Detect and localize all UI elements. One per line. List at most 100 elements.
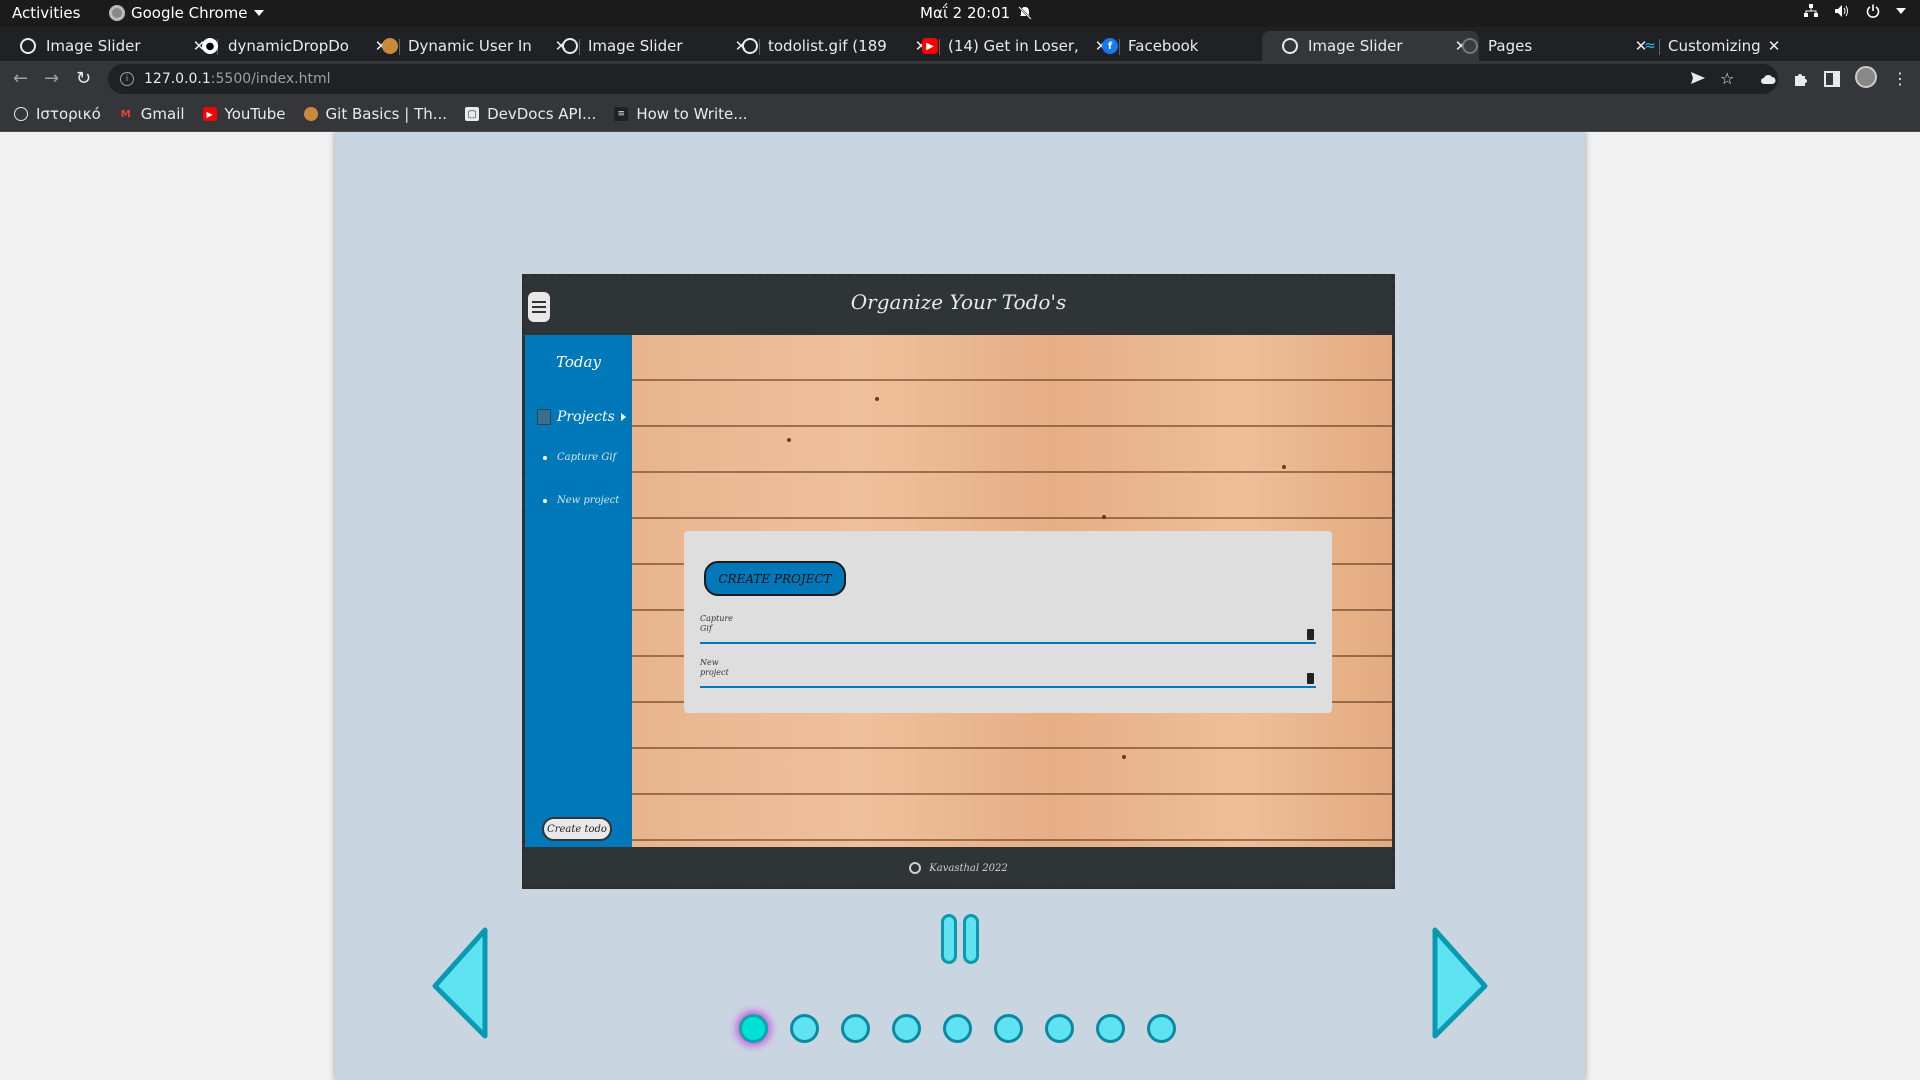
chrome-icon	[109, 5, 125, 21]
todo-app-main: CREATE PROJECT Capture Gif New project	[632, 335, 1392, 847]
todo-app-sidebar: Today Projects Capture Gif New project C…	[525, 335, 632, 847]
address-path: :5500/index.html	[210, 71, 331, 87]
bookmark-label: Git Basics | Th...	[325, 105, 448, 123]
bookmark-item[interactable]: M Gmail	[119, 105, 185, 123]
cloud-icon[interactable]	[1760, 73, 1776, 85]
address-host: 127.0.0.1	[144, 71, 211, 87]
slide-dot[interactable]	[994, 1014, 1023, 1043]
project-row: New project	[700, 658, 1316, 688]
notifications-off-icon	[1018, 6, 1032, 20]
forward-icon[interactable]: →	[44, 68, 59, 89]
back-icon[interactable]: ←	[13, 68, 28, 89]
clock[interactable]: Μαΐ 2 20:01	[920, 4, 1032, 22]
create-todo-button: Create todo	[542, 817, 612, 841]
slide-dot[interactable]	[1147, 1014, 1176, 1043]
youtube-icon: ▶	[922, 38, 938, 54]
bookmark-star-icon[interactable]: ☆	[1720, 69, 1734, 88]
close-icon[interactable]: ✕	[1766, 37, 1782, 55]
bookmark-item[interactable]: ▢ DevDocs API...	[465, 105, 596, 123]
github-icon	[1462, 38, 1478, 54]
globe-icon	[742, 38, 758, 54]
github-icon	[909, 862, 922, 874]
sidebar-today: Today	[556, 353, 601, 371]
reload-icon[interactable]: ↻	[76, 68, 91, 89]
odin-icon	[303, 107, 318, 121]
previous-arrow-icon[interactable]	[427, 924, 495, 1042]
todo-app-footer: Kavasthal 2022	[525, 847, 1392, 886]
project-row: Capture Gif	[700, 614, 1316, 644]
bookmark-label: Gmail	[140, 105, 185, 123]
profile-avatar[interactable]	[1855, 66, 1877, 88]
tab-title: todolist.gif (189	[768, 37, 887, 55]
bookmark-item[interactable]: ≡ How to Write...	[614, 105, 748, 123]
trash-icon	[1307, 673, 1314, 684]
create-project-label: CREATE PROJECT	[718, 571, 832, 586]
wood-knot	[1122, 755, 1126, 759]
volume-icon	[1835, 5, 1848, 17]
chevron-down-icon	[253, 10, 264, 16]
bookmark-item[interactable]: Git Basics | Th...	[303, 105, 448, 123]
slide-dot-active[interactable]	[739, 1014, 768, 1043]
pause-bar	[963, 914, 979, 964]
globe-icon	[1282, 38, 1298, 54]
system-top-bar: Activities Google Chrome Μαΐ 2 20:01	[0, 0, 1920, 27]
tab[interactable]: ≈ Customizing Co ✕	[1622, 31, 1792, 61]
sidebar-projects-label: Projects	[557, 409, 615, 425]
extensions-icon[interactable]	[1792, 71, 1808, 87]
tab-title: (14) Get in Loser,	[948, 37, 1079, 55]
facebook-icon: f	[1102, 38, 1118, 54]
globe-icon	[20, 38, 36, 54]
sidebar-projects: Projects	[537, 409, 626, 425]
wood-knot	[1102, 515, 1106, 519]
tab-title: Facebook	[1128, 37, 1199, 55]
tab-strip: Image Slider ✕ ● dynamicDropDo ✕ Dynamic…	[0, 27, 1920, 82]
address-bar[interactable]: i 127.0.0.1:5500/index.html	[108, 64, 1778, 94]
next-arrow-icon[interactable]	[1425, 924, 1493, 1042]
slide-indicator-dots	[739, 1014, 1176, 1043]
devdocs-icon: ▢	[465, 107, 480, 121]
tab-title: Dynamic User In	[408, 37, 532, 55]
bookmarks-bar: Ιστορικό M Gmail ▶ YouTube Git Basics | …	[0, 97, 1920, 132]
tab-title: Pages	[1488, 37, 1533, 55]
send-icon[interactable]	[1690, 71, 1706, 85]
activities-button[interactable]: Activities	[12, 4, 80, 22]
power-icon	[1866, 4, 1880, 18]
wood-knot	[787, 438, 791, 442]
todo-app-title: Organize Your Todo's	[850, 290, 1067, 314]
create-project-button: CREATE PROJECT	[704, 561, 846, 596]
history-icon	[14, 107, 28, 121]
projects-card: CREATE PROJECT Capture Gif New project	[684, 531, 1332, 713]
page-viewport: Organize Your Todo's Today Projects Capt…	[0, 132, 1920, 1080]
bookmark-item[interactable]: Ιστορικό	[14, 105, 101, 123]
bookmark-label: DevDocs API...	[487, 105, 597, 123]
slide-dot[interactable]	[943, 1014, 972, 1043]
project-row-label: Capture Gif	[700, 614, 733, 633]
app-menu-label: Google Chrome	[131, 4, 248, 22]
slide-dot[interactable]	[1045, 1014, 1074, 1043]
pause-bar	[941, 914, 957, 964]
tab-title: Image Slider	[588, 37, 683, 55]
system-tray[interactable]	[1804, 4, 1906, 18]
more-vert-icon[interactable]: ⋮	[1892, 69, 1908, 88]
slide-dot[interactable]	[790, 1014, 819, 1043]
slide-dot[interactable]	[841, 1014, 870, 1043]
project-row-label: New project	[700, 658, 729, 677]
pause-button[interactable]	[941, 914, 979, 964]
browser-toolbar: ← → ↻ i 127.0.0.1:5500/index.html ☆ ⋮	[0, 61, 1920, 97]
app-menu[interactable]: Google Chrome	[109, 4, 264, 22]
trash-icon	[1307, 629, 1314, 640]
slider-container: Organize Your Todo's Today Projects Capt…	[335, 132, 1585, 1080]
bookmark-item[interactable]: ▶ YouTube	[202, 105, 286, 123]
info-icon[interactable]: i	[120, 72, 134, 86]
tab-title: Customizing Co	[1668, 37, 1766, 55]
document-icon: ≡	[614, 107, 629, 121]
youtube-icon: ▶	[202, 107, 217, 121]
slide-dot[interactable]	[892, 1014, 921, 1043]
sidebar-project-item: Capture Gif	[543, 452, 616, 463]
odin-icon	[382, 38, 398, 54]
side-panel-icon[interactable]	[1824, 71, 1840, 87]
chevron-down-icon	[1896, 8, 1906, 14]
tailwind-icon: ≈	[1644, 38, 1656, 54]
slide-dot[interactable]	[1096, 1014, 1125, 1043]
tab-title: dynamicDropDo	[228, 37, 349, 55]
